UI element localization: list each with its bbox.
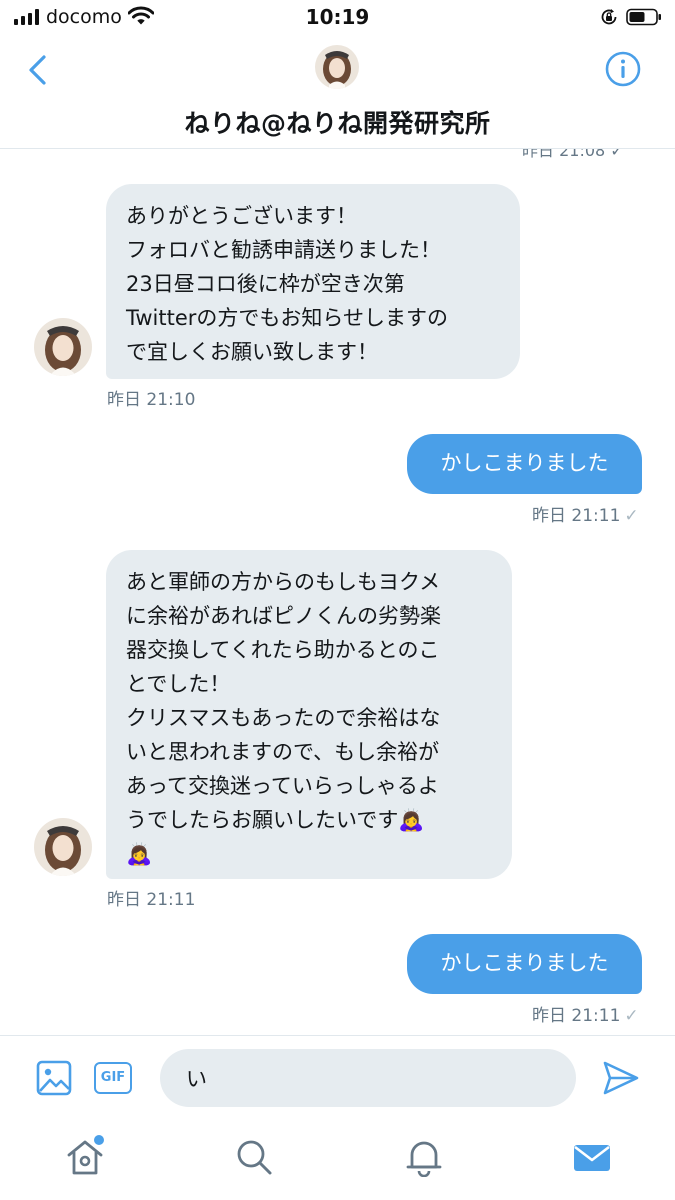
chevron-left-icon	[29, 55, 46, 85]
notifications-icon	[406, 1141, 442, 1177]
info-button[interactable]	[604, 50, 642, 88]
message-timestamp: 昨日 21:11	[532, 1006, 621, 1026]
status-bar: docomo 10:19	[0, 0, 675, 36]
bottom-tab-bar	[0, 1121, 675, 1200]
tab-messages[interactable]	[572, 1137, 612, 1177]
message-meta: 昨日 21:08 ✓	[522, 149, 624, 160]
messages-icon	[574, 1145, 610, 1171]
incoming-message-bubble[interactable]: あと軍師の方からのもしもヨクメ に余裕があればピノくんの劣勢楽 器交換してくれた…	[106, 550, 512, 879]
status-time: 10:19	[305, 5, 370, 29]
message-input[interactable]	[160, 1049, 576, 1107]
back-button[interactable]	[22, 52, 56, 88]
image-icon	[36, 1060, 72, 1096]
message-timestamp: 昨日 21:11	[532, 506, 621, 526]
incoming-message-bubble[interactable]: ありがとうございます！ フォロバと勧誘申請送りました！ 23日昼コロ後に枠が空き…	[106, 184, 520, 379]
message-meta: 昨日 21:10	[107, 390, 196, 410]
send-button[interactable]	[602, 1060, 640, 1096]
battery-icon	[626, 8, 661, 26]
tab-notifications[interactable]	[404, 1137, 444, 1177]
send-icon	[603, 1061, 639, 1095]
search-icon	[237, 1140, 272, 1175]
message-meta: 昨日 21:11	[107, 890, 196, 910]
header-avatar[interactable]	[315, 45, 359, 89]
avatar-icon	[315, 45, 359, 89]
notification-dot	[92, 1133, 106, 1147]
message-meta: 昨日 21:11 ✓	[532, 501, 639, 526]
gif-button[interactable]: GIF	[94, 1062, 132, 1094]
avatar-icon	[34, 818, 92, 876]
outgoing-message-bubble[interactable]: かしこまりました	[407, 434, 642, 494]
message-meta: 昨日 21:11 ✓	[532, 1001, 639, 1026]
message-list[interactable]: 昨日 21:08 ✓ ありがとうございます！ フォロバと勧誘申請送りました！ 2…	[0, 149, 675, 1035]
sender-avatar[interactable]	[34, 818, 92, 876]
add-photo-button[interactable]	[36, 1060, 72, 1096]
info-icon	[605, 51, 641, 87]
conversation-title: ねりね@ねりね開発研究所	[184, 109, 491, 138]
tab-search[interactable]	[234, 1137, 274, 1177]
sender-avatar[interactable]	[34, 318, 92, 376]
avatar-icon	[34, 318, 92, 376]
orientation-lock-icon	[601, 9, 617, 25]
check-icon: ✓	[624, 1006, 639, 1026]
conversation-header: ねりね@ねりね開発研究所	[0, 36, 675, 149]
check-icon: ✓	[624, 506, 639, 526]
message-composer: GIF	[0, 1035, 675, 1122]
outgoing-message-bubble[interactable]: かしこまりました	[407, 934, 642, 994]
